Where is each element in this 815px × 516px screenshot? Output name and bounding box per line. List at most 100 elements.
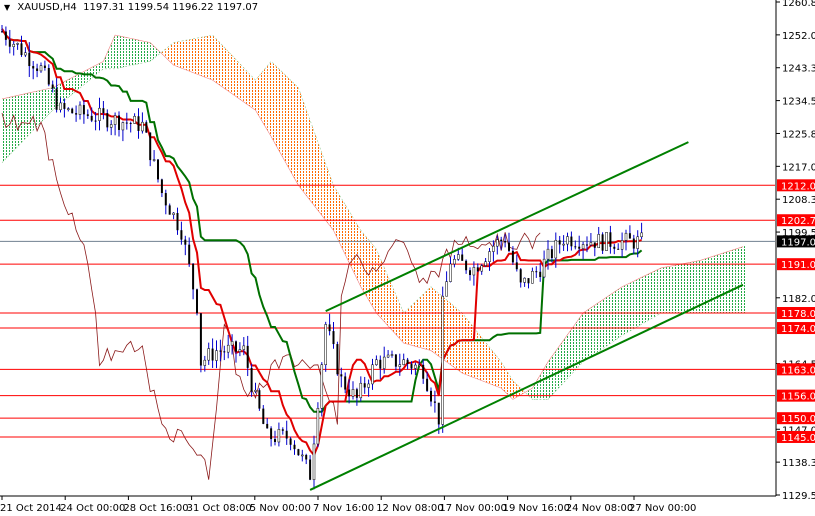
price-tick-label: 1217.05 (782, 162, 815, 173)
candle-body (277, 429, 281, 443)
candle-body (351, 389, 355, 397)
cloud-segment (17, 94, 22, 147)
cloud-segment (200, 36, 205, 78)
price-tick-label: 1225.80 (782, 129, 815, 140)
candle-body (16, 43, 19, 45)
price-tick-label: 1182.05 (782, 294, 815, 305)
candle-body (461, 254, 464, 261)
cloud-segment (271, 61, 275, 144)
candle-body (554, 240, 558, 259)
candle-body (430, 390, 432, 402)
price-chart[interactable]: 1260.80 1252.05 1243.30 1234.55 1225.80 1217.… (0, 0, 815, 516)
level-price-label: 1212.00 (781, 181, 815, 192)
candle-body (332, 331, 335, 345)
cloud-segment (142, 40, 147, 64)
candle-body (422, 364, 425, 379)
cloud-segment (407, 305, 412, 346)
cloud-segment (220, 43, 225, 89)
cloud-segment (310, 120, 314, 206)
time-tick-label: 21 Oct 2014 (0, 503, 62, 514)
trendlines[interactable] (309, 141, 744, 491)
candle-body (418, 364, 421, 367)
candle-body (203, 359, 207, 366)
candle-body (437, 402, 440, 425)
cloud-segment (512, 380, 517, 400)
trendline[interactable] (309, 283, 744, 491)
candle-body (63, 102, 66, 109)
cloud-segment (657, 267, 662, 316)
candle-body (196, 289, 198, 314)
cloud-segment (739, 246, 743, 314)
cloud-segment (688, 261, 693, 314)
candle-body (312, 443, 316, 480)
cloud-segment (259, 70, 264, 124)
dropdown-triangle-icon[interactable]: ▼ (4, 3, 10, 12)
candle-body (297, 449, 300, 456)
cloud-segment (228, 51, 233, 94)
cloud-segment (563, 334, 568, 383)
candle-body (636, 236, 639, 249)
symbol-label: XAUUSD,H4 (17, 2, 77, 13)
cloud-segment (165, 45, 170, 62)
candle-body (441, 295, 444, 425)
time-tick-label: 19 Nov 16:00 (503, 503, 570, 514)
candle-body (149, 132, 152, 161)
cloud-segment (719, 252, 724, 314)
candle-body (215, 350, 218, 361)
ichimoku-cloud (1, 34, 747, 400)
close-value: 1197.07 (216, 2, 259, 13)
time-tick-label: 12 Nov 08:00 (376, 503, 443, 514)
cloud-segment (692, 261, 697, 314)
candle-body (281, 429, 284, 431)
candle-body (242, 345, 246, 350)
cloud-segment (146, 41, 151, 63)
candle-body (168, 205, 171, 215)
cloud-segment (618, 286, 623, 339)
cloud-segment (193, 38, 197, 75)
cloud-segment (423, 290, 428, 350)
candles (1, 24, 643, 490)
candle-body (98, 107, 101, 121)
cloud-segment (661, 267, 665, 314)
candle-body (12, 43, 15, 47)
candle-body (605, 232, 608, 251)
cloud-segment (138, 40, 143, 64)
cloud-segment (555, 345, 560, 392)
cloud-segment (185, 39, 190, 72)
candle-body (328, 324, 331, 332)
candle-body (640, 232, 643, 238)
candle-body (211, 348, 214, 361)
cloud-segment (286, 76, 291, 172)
candle-body (289, 438, 292, 445)
candle-body (535, 271, 538, 273)
candle-body (125, 122, 128, 124)
level-price-label: 1191.00 (781, 260, 815, 271)
cloud-segment (204, 35, 209, 79)
cloud-segment (610, 291, 615, 344)
cloud-segment (48, 87, 53, 115)
cloud-segment (325, 163, 330, 226)
candle-body (172, 212, 175, 215)
cloud-segment (29, 91, 34, 135)
candle-body (566, 236, 569, 245)
cloud-segment (629, 281, 634, 332)
candle-body (262, 408, 265, 424)
chart-window[interactable]: 1260.80 1252.05 1243.30 1234.55 1225.80 1217.… (0, 0, 815, 516)
level-price-label: 1156.00 (781, 392, 815, 403)
candle-body (340, 374, 343, 377)
level-price-label: 1145.00 (781, 433, 815, 444)
candle-body (336, 344, 339, 375)
cloud-segment (462, 313, 467, 375)
candle-body (546, 248, 550, 260)
cloud-segment (376, 249, 381, 318)
candle-body (94, 120, 97, 122)
cloud-segment (83, 69, 88, 85)
cloud-segment (614, 289, 619, 341)
cloud-segment (731, 249, 736, 314)
candle-body (238, 349, 242, 352)
cloud-segment (126, 37, 131, 67)
candle-body (359, 382, 363, 399)
candle-body (270, 428, 273, 440)
candle-body (250, 367, 253, 392)
candle-body (1, 31, 3, 33)
